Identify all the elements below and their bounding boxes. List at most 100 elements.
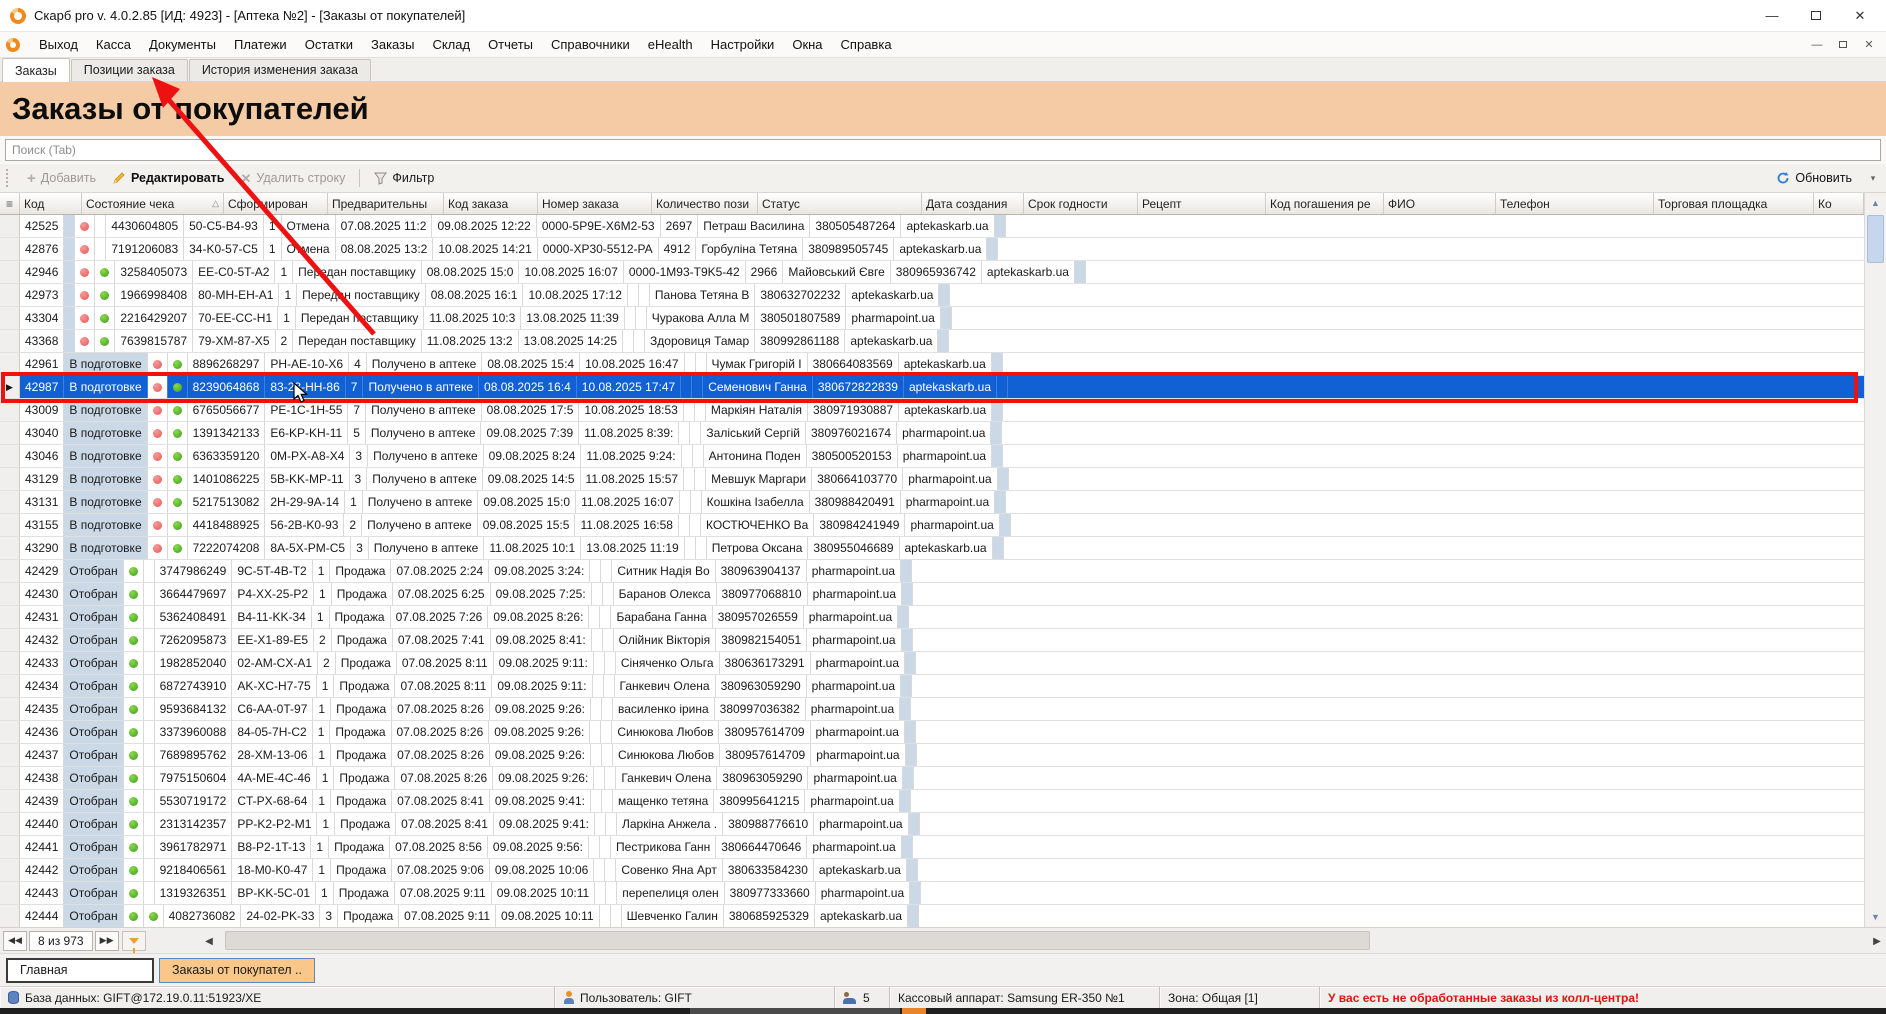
- cell-market[interactable]: aptekaskarb.ua: [894, 238, 987, 260]
- cell-qty[interactable]: 1: [312, 606, 330, 628]
- cell-qty[interactable]: 2: [344, 514, 362, 536]
- cell-prelim[interactable]: [168, 537, 188, 559]
- cell-order_code[interactable]: 1966998408: [115, 284, 193, 306]
- cell-code[interactable]: 43304: [20, 307, 64, 329]
- cell-ko[interactable]: [905, 652, 916, 674]
- cell-code[interactable]: 42437: [20, 744, 64, 766]
- cell-ko[interactable]: [898, 606, 909, 628]
- cell-expires[interactable]: 11.08.2025 16:07: [576, 491, 680, 513]
- cell-state[interactable]: В подготовке: [64, 468, 147, 490]
- cell-market[interactable]: aptekaskarb.ua: [899, 399, 992, 421]
- cell-recipe[interactable]: [589, 606, 600, 628]
- cell-formed[interactable]: [124, 882, 144, 904]
- cell-market[interactable]: pharmapoint.ua: [905, 514, 999, 536]
- cell-name[interactable]: перепелиця олен: [617, 882, 724, 904]
- scroll-up-button[interactable]: ▲: [1865, 193, 1886, 213]
- cell-market[interactable]: pharmapoint.ua: [846, 307, 940, 329]
- cell-recipe[interactable]: [684, 468, 695, 490]
- cell-phone[interactable]: 380957614709: [719, 721, 810, 743]
- cell-order_num[interactable]: 84-05-7H-C2: [232, 721, 312, 743]
- table-row[interactable]: 42973196699840880-MH-EH-A11Передан поста…: [0, 284, 1864, 307]
- cell-state[interactable]: Отобран: [64, 767, 123, 789]
- cell-created[interactable]: 07.08.2025 9:11: [395, 882, 492, 904]
- cell-order_code[interactable]: 3373960088: [155, 721, 233, 743]
- cell-phone[interactable]: 380971930887: [808, 399, 899, 421]
- cell-market[interactable]: pharmapoint.ua: [897, 422, 991, 444]
- cell-redeem[interactable]: [696, 537, 707, 559]
- cell-order_code[interactable]: 3747986249: [155, 560, 233, 582]
- cell-created[interactable]: 07.08.2025 8:26: [392, 744, 490, 766]
- cell-redeem[interactable]: [634, 330, 645, 352]
- cell-prelim[interactable]: [168, 491, 188, 513]
- column-header-order_num[interactable]: Номер заказа: [538, 193, 652, 214]
- column-header-state[interactable]: Состояние чека△: [82, 193, 224, 214]
- cell-qty[interactable]: 2: [318, 652, 336, 674]
- cell-name[interactable]: Антонина Поден: [704, 445, 807, 467]
- cell-status[interactable]: Продажа: [331, 790, 392, 812]
- cell-name[interactable]: Чумак Григорій І: [707, 353, 808, 375]
- cell-redeem[interactable]: [696, 353, 707, 375]
- cell-created[interactable]: 07.08.2025 8:26: [392, 721, 490, 743]
- cell-recipe[interactable]: [685, 353, 696, 375]
- cell-ko[interactable]: [902, 629, 913, 651]
- cell-ko[interactable]: [906, 744, 917, 766]
- menu-item-Заказы[interactable]: Заказы: [362, 33, 423, 56]
- cell-name[interactable]: Кошкіна Ізабелла: [702, 491, 810, 513]
- column-header-name[interactable]: ФИО: [1384, 193, 1496, 214]
- cell-created[interactable]: 07.08.2025 11:2: [336, 215, 433, 237]
- cell-name[interactable]: Мевшук Маргари: [706, 468, 812, 490]
- cell-expires[interactable]: 09.08.2025 9:26:: [493, 767, 594, 789]
- cell-status[interactable]: Передан поставщику: [293, 261, 422, 283]
- cell-state[interactable]: Отобран: [64, 882, 123, 904]
- menu-item-Окна[interactable]: Окна: [783, 33, 831, 56]
- cell-redeem[interactable]: [692, 376, 703, 398]
- cell-redeem[interactable]: [690, 422, 701, 444]
- cell-expires[interactable]: 09.08.2025 8:41:: [491, 629, 592, 651]
- cell-order_code[interactable]: 3961782971: [155, 836, 233, 858]
- cell-recipe[interactable]: [590, 721, 601, 743]
- cell-phone[interactable]: 380501807589: [755, 307, 846, 329]
- cell-order_num[interactable]: P4-XX-25-P2: [232, 583, 314, 605]
- cell-status[interactable]: Продажа: [329, 836, 390, 858]
- cell-phone[interactable]: 380957026559: [713, 606, 804, 628]
- cell-created[interactable]: 07.08.2025 9:06: [392, 859, 490, 881]
- cell-formed[interactable]: [75, 307, 95, 329]
- column-header-expires[interactable]: Срок годности: [1024, 193, 1138, 214]
- cell-ko[interactable]: [998, 468, 1009, 490]
- cell-prelim[interactable]: [144, 882, 155, 904]
- cell-qty[interactable]: 1: [278, 307, 296, 329]
- cell-prelim[interactable]: [144, 767, 155, 789]
- cell-expires[interactable]: 09.08.2025 3:24:: [489, 560, 590, 582]
- menu-item-eHealth[interactable]: eHealth: [639, 33, 702, 56]
- cell-order_code[interactable]: 7222074208: [188, 537, 266, 559]
- cell-market[interactable]: pharmapoint.ua: [898, 445, 992, 467]
- cell-code[interactable]: 42438: [20, 767, 64, 789]
- cell-prelim[interactable]: [144, 813, 155, 835]
- horizontal-scroll-thumb[interactable]: [225, 931, 1370, 950]
- table-row[interactable]: 42435Отобран9593684132C6-AA-0T-971Продаж…: [0, 698, 1864, 721]
- cell-market[interactable]: aptekaskarb.ua: [899, 353, 992, 375]
- cell-prelim[interactable]: [144, 698, 155, 720]
- cell-name[interactable]: Синюкова Любов: [612, 721, 719, 743]
- cell-prelim[interactable]: [95, 261, 115, 283]
- table-row[interactable]: 42437Отобран768989576228-XM-13-061Продаж…: [0, 744, 1864, 767]
- cell-redeem[interactable]: 2697: [661, 215, 699, 237]
- table-row[interactable]: 42436Отобран337396008884-05-7H-C21Продаж…: [0, 721, 1864, 744]
- cell-name[interactable]: Ларкіна Анжела .: [617, 813, 723, 835]
- cell-status[interactable]: Получено в аптеке: [363, 376, 479, 398]
- cell-order_code[interactable]: 4082736082: [164, 905, 242, 927]
- cell-code[interactable]: 43009: [20, 399, 64, 421]
- cell-ko[interactable]: [992, 399, 1003, 421]
- cell-recipe[interactable]: [679, 422, 690, 444]
- cell-ko[interactable]: [995, 491, 1006, 513]
- cell-created[interactable]: 08.08.2025 15:4: [482, 353, 580, 375]
- cell-phone[interactable]: 380988420491: [810, 491, 901, 513]
- cell-prelim[interactable]: [95, 215, 106, 237]
- app-menu-icon[interactable]: [6, 38, 20, 52]
- cell-formed[interactable]: [148, 537, 168, 559]
- column-header-qty[interactable]: Количество пози: [652, 193, 758, 214]
- cell-phone[interactable]: 380997036382: [715, 698, 806, 720]
- filter-button[interactable]: Фильтр: [366, 168, 442, 188]
- cell-order_num[interactable]: 0M-PX-A8-X4: [265, 445, 350, 467]
- cell-qty[interactable]: 1: [313, 721, 331, 743]
